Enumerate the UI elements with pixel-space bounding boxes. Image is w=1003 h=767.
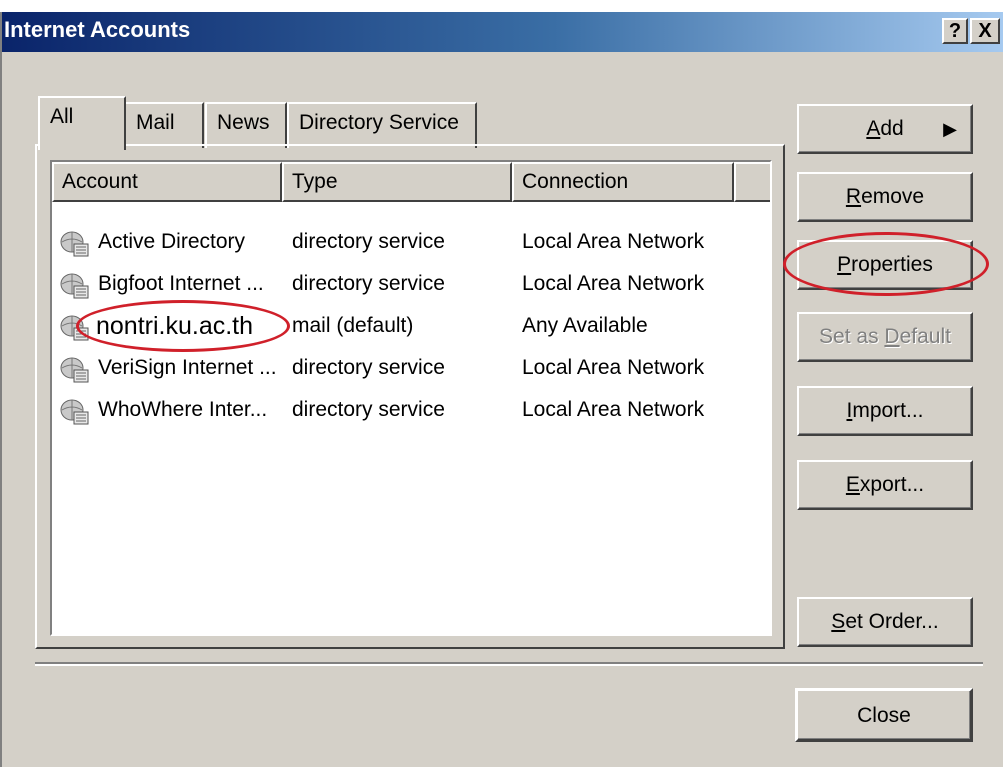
accounts-list[interactable]: Account Type Connection Active Directory… — [50, 160, 772, 636]
account-name: VeriSign Internet ... — [98, 356, 277, 379]
tab-news[interactable]: News — [205, 102, 287, 148]
export-button-label: Export... — [845, 473, 925, 496]
column-header-type[interactable]: Type — [282, 162, 512, 202]
table-row[interactable]: WhoWhere Inter... directory service Loca… — [52, 390, 770, 432]
add-button[interactable]: Add ▶ — [797, 104, 973, 154]
title-bar: Internet Accounts ? X — [2, 12, 1003, 52]
close-button[interactable]: Close — [795, 688, 973, 742]
set-as-default-button[interactable]: Set as Default — [797, 312, 973, 362]
account-name: Bigfoot Internet ... — [98, 272, 264, 295]
annotation-ellipse-properties — [783, 232, 989, 296]
close-button-label: Close — [857, 704, 911, 727]
help-button[interactable]: ? — [942, 18, 968, 44]
import-button-label: Import... — [846, 399, 924, 422]
account-name: Active Directory — [98, 230, 246, 253]
account-connection: Local Area Network — [522, 398, 705, 421]
directory-account-icon — [60, 273, 89, 299]
column-header-empty[interactable] — [734, 162, 770, 202]
tab-directory-service[interactable]: Directory Service — [287, 102, 477, 148]
directory-account-icon — [60, 231, 89, 257]
remove-button-label: Remove — [845, 185, 925, 208]
account-type: directory service — [292, 230, 445, 253]
set-order-button-label: Set Order... — [831, 610, 939, 633]
account-connection: Local Area Network — [522, 272, 705, 295]
tab-mail[interactable]: Mail — [124, 102, 204, 148]
tab-label: All — [50, 105, 74, 128]
tab-label: Directory Service — [299, 111, 459, 134]
tab-all[interactable]: All — [38, 96, 126, 150]
submenu-arrow-icon: ▶ — [943, 119, 957, 139]
account-connection: Local Area Network — [522, 356, 705, 379]
separator — [35, 662, 983, 666]
account-connection: Local Area Network — [522, 230, 705, 253]
directory-account-icon — [60, 357, 89, 383]
set-order-button[interactable]: Set Order... — [797, 597, 973, 647]
import-button[interactable]: Import... — [797, 386, 973, 436]
column-header-account[interactable]: Account — [52, 162, 282, 202]
account-connection: Any Available — [522, 314, 648, 337]
account-type: directory service — [292, 398, 445, 421]
account-type: mail (default) — [292, 314, 414, 337]
export-button[interactable]: Export... — [797, 460, 973, 510]
tab-label: Mail — [136, 111, 175, 134]
account-name: WhoWhere Inter... — [98, 398, 268, 421]
close-window-button[interactable]: X — [970, 18, 1000, 44]
tab-label: News — [217, 111, 270, 134]
account-type: directory service — [292, 356, 445, 379]
set-as-default-button-label: Set as Default — [819, 325, 951, 348]
table-row[interactable]: Active Directory directory service Local… — [52, 222, 770, 264]
remove-button[interactable]: Remove — [797, 172, 973, 222]
column-header-connection[interactable]: Connection — [512, 162, 734, 202]
add-button-label: Add — [866, 117, 904, 140]
account-type: directory service — [292, 272, 445, 295]
list-header: Account Type Connection — [52, 162, 770, 202]
window-title: Internet Accounts — [4, 17, 191, 42]
table-row[interactable]: VeriSign Internet ... directory service … — [52, 348, 770, 390]
directory-account-icon — [60, 399, 89, 425]
annotation-ellipse-account — [76, 300, 290, 352]
